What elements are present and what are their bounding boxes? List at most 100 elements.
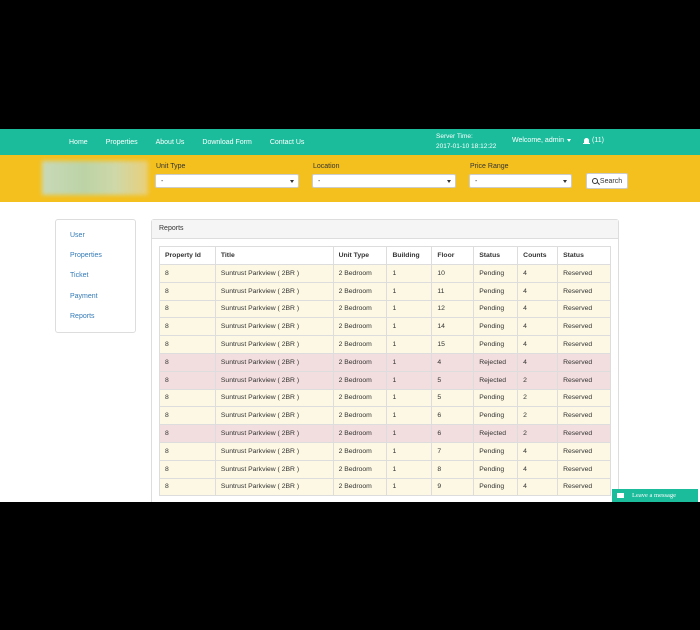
- column-header[interactable]: Title: [214, 246, 334, 265]
- table-cell: 8: [159, 264, 216, 283]
- table-cell: 4: [517, 441, 559, 461]
- nav-link-properties[interactable]: Properties: [106, 139, 138, 146]
- table-cell: 4: [517, 281, 559, 301]
- table-cell: Reserved: [557, 477, 611, 497]
- table-cell: 8: [159, 388, 216, 408]
- table-cell: 1: [386, 388, 433, 408]
- table-cell: 1: [386, 477, 433, 497]
- table-cell: 4: [517, 335, 559, 354]
- nav-link-home[interactable]: Home: [69, 139, 88, 146]
- column-header[interactable]: Building: [386, 246, 433, 265]
- user-menu[interactable]: Welcome, admin: [512, 137, 572, 144]
- table-cell: 8: [159, 406, 216, 426]
- unit-type-label: Unit Type: [156, 163, 186, 170]
- table-cell: 2 Bedroom: [332, 352, 388, 372]
- table-cell: Suntrust Parkview ( 2BR ): [214, 388, 334, 408]
- nav-link-about-us[interactable]: About Us: [156, 139, 185, 146]
- column-header[interactable]: Status: [557, 246, 611, 265]
- table-row[interactable]: 8 Suntrust Parkview ( 2BR ) 2 Bedroom 1 7 Pen…: [159, 441, 611, 461]
- table-cell: 2 Bedroom: [332, 459, 388, 479]
- sidebar-item-ticket[interactable]: Ticket: [70, 272, 88, 279]
- column-header[interactable]: Status: [473, 246, 519, 265]
- table-cell: Pending: [473, 281, 519, 301]
- server-time-label: Server Time:: [436, 133, 473, 140]
- table-cell: 10: [431, 264, 475, 283]
- search-icon: [591, 178, 598, 184]
- table-cell: Reserved: [557, 424, 611, 443]
- table-cell: Pending: [473, 406, 519, 426]
- table-cell: 8: [159, 424, 216, 443]
- search-button[interactable]: Search: [586, 173, 628, 189]
- server-time: Server Time: 2017-01-10 18:12:22: [436, 132, 496, 152]
- table-cell: 2 Bedroom: [332, 388, 388, 408]
- price-range-select[interactable]: -: [469, 174, 572, 188]
- table-cell: 1: [386, 299, 433, 319]
- table-cell: 1: [386, 281, 433, 301]
- table-row[interactable]: 8 Suntrust Parkview ( 2BR ) 2 Bedroom 1 6 Pen…: [159, 406, 611, 426]
- nav-link-download-form[interactable]: Download Form: [202, 139, 251, 146]
- table-cell: 2 Bedroom: [332, 424, 388, 443]
- welcome-text: Welcome, admin: [512, 137, 565, 144]
- table-cell: 6: [431, 406, 475, 426]
- table-cell: 1: [386, 370, 433, 390]
- table-row[interactable]: 8 Suntrust Parkview ( 2BR ) 2 Bedroom 1 14 Pe…: [159, 317, 611, 337]
- table-row[interactable]: 8 Suntrust Parkview ( 2BR ) 2 Bedroom 1 10 Pe…: [159, 264, 611, 283]
- column-header[interactable]: Property Id: [159, 246, 216, 265]
- table-row[interactable]: 8 Suntrust Parkview ( 2BR ) 2 Bedroom 1 15 Pe…: [159, 335, 611, 354]
- table-cell: Suntrust Parkview ( 2BR ): [214, 424, 334, 443]
- table-cell: 1: [386, 441, 433, 461]
- table-row[interactable]: 8 Suntrust Parkview ( 2BR ) 2 Bedroom 1 6 Rej…: [159, 424, 611, 443]
- table-cell: 8: [431, 459, 475, 479]
- table-cell: 2: [517, 370, 559, 390]
- table-row[interactable]: 8 Suntrust Parkview ( 2BR ) 2 Bedroom 1 9 Pen…: [159, 477, 611, 497]
- table-row[interactable]: 8 Suntrust Parkview ( 2BR ) 2 Bedroom 1 12 Pe…: [159, 299, 611, 319]
- table-cell: 2: [517, 424, 559, 443]
- panel-title: Reports: [152, 220, 618, 239]
- table-cell: 2 Bedroom: [332, 370, 388, 390]
- column-header[interactable]: Floor: [431, 246, 475, 265]
- table-cell: 1: [386, 264, 433, 283]
- table-cell: Suntrust Parkview ( 2BR ): [214, 264, 334, 283]
- table-cell: 8: [159, 281, 216, 301]
- column-header[interactable]: Unit Type: [332, 246, 388, 265]
- table-row[interactable]: 8 Suntrust Parkview ( 2BR ) 2 Bedroom 1 8 Pen…: [159, 459, 611, 479]
- table-cell: Reserved: [557, 370, 611, 390]
- table-cell: Suntrust Parkview ( 2BR ): [214, 352, 334, 372]
- sidebar-item-user[interactable]: User: [70, 232, 85, 239]
- sidebar-item-properties[interactable]: Properties: [70, 252, 102, 259]
- location-select[interactable]: -: [312, 174, 456, 188]
- table-cell: 4: [431, 352, 475, 372]
- table-cell: Suntrust Parkview ( 2BR ): [214, 299, 334, 319]
- leave-message-button[interactable]: Leave a message: [612, 489, 698, 502]
- table-row[interactable]: 8 Suntrust Parkview ( 2BR ) 2 Bedroom 1 5 Pen…: [159, 388, 611, 408]
- table-cell: 2 Bedroom: [332, 335, 388, 354]
- sidebar-item-reports[interactable]: Reports: [70, 313, 95, 320]
- sidebar-item-payment[interactable]: Payment: [70, 293, 98, 300]
- table-cell: 2 Bedroom: [332, 441, 388, 461]
- table-cell: 1: [386, 406, 433, 426]
- table-cell: 4: [517, 477, 559, 497]
- price-range-value: -: [475, 178, 478, 185]
- table-cell: Pending: [473, 317, 519, 337]
- table-cell: Reserved: [557, 335, 611, 354]
- table-cell: Reserved: [557, 406, 611, 426]
- column-header[interactable]: Counts: [517, 246, 559, 265]
- table-cell: Rejected: [473, 352, 519, 372]
- notifications-button[interactable]: (11): [583, 137, 604, 144]
- unit-type-value: -: [161, 178, 164, 185]
- table-cell: Pending: [473, 335, 519, 354]
- table-row[interactable]: 8 Suntrust Parkview ( 2BR ) 2 Bedroom 1 5 Rej…: [159, 370, 611, 390]
- table-cell: Reserved: [557, 388, 611, 408]
- table-cell: Reserved: [557, 352, 611, 372]
- table-cell: 4: [517, 352, 559, 372]
- unit-type-select[interactable]: -: [155, 174, 299, 188]
- table-cell: Pending: [473, 441, 519, 461]
- logo: [42, 161, 148, 195]
- table-row[interactable]: 8 Suntrust Parkview ( 2BR ) 2 Bedroom 1 4 Rej…: [159, 352, 611, 372]
- nav-link-contact-us[interactable]: Contact Us: [270, 139, 305, 146]
- table-row[interactable]: 8 Suntrust Parkview ( 2BR ) 2 Bedroom 1 11 Pe…: [159, 281, 611, 301]
- reports-panel: Reports Property Id Title Unit Type Buil…: [151, 219, 619, 502]
- table-cell: 9: [431, 477, 475, 497]
- table-cell: 8: [159, 352, 216, 372]
- table-cell: 2 Bedroom: [332, 317, 388, 337]
